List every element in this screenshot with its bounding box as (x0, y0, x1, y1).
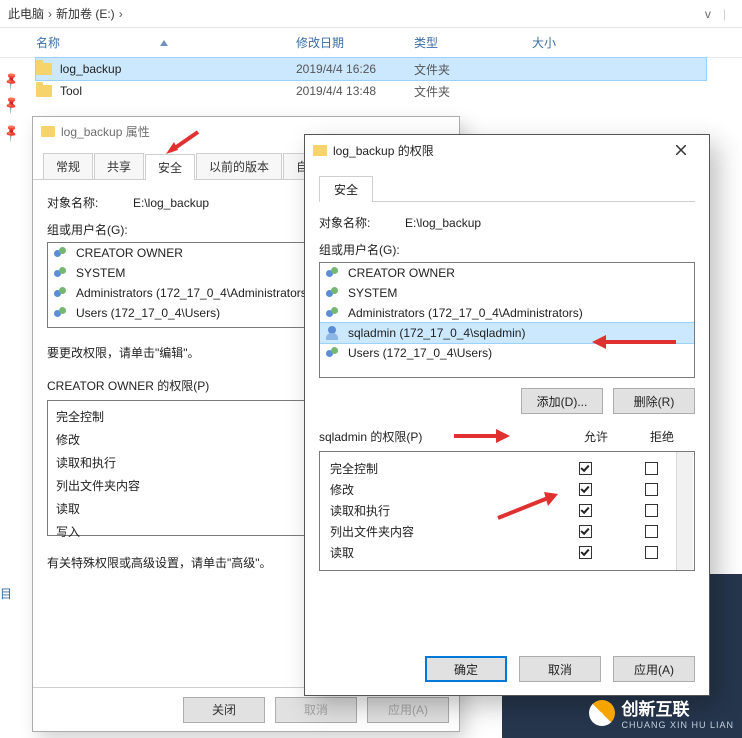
file-date: 2019/4/4 16:26 (296, 62, 414, 76)
perm-row: 修改 (324, 479, 690, 500)
breadcrumb: 此电脑 新加卷 (E:) v | (0, 0, 742, 28)
permissions-table: 完全控制 修改 读取和执行 列出文件夹内容 读取 (319, 451, 695, 571)
users-icon (326, 346, 342, 360)
deny-checkbox[interactable] (645, 462, 658, 475)
perm-row: 完全控制 (324, 458, 690, 479)
col-size[interactable]: 大小 (532, 34, 612, 51)
users-icon (326, 266, 342, 280)
deny-checkbox[interactable] (645, 525, 658, 538)
list-item[interactable]: sqladmin (172_17_0_4\sqladmin) (320, 323, 694, 343)
users-icon (54, 306, 70, 320)
close-button[interactable]: 关闭 (183, 697, 265, 723)
col-type[interactable]: 类型 (414, 34, 532, 51)
sort-asc-icon (160, 40, 168, 46)
column-headers: 名称 修改日期 类型 大小 (0, 28, 742, 58)
file-name: Tool (60, 84, 82, 98)
brand-name: 创新互联 (621, 695, 734, 720)
tab-share[interactable]: 共享 (94, 153, 144, 179)
file-row[interactable]: log_backup 2019/4/4 16:26 文件夹 (36, 58, 706, 80)
allow-checkbox[interactable] (579, 483, 592, 496)
tab-security[interactable]: 安全 (145, 154, 195, 180)
allow-checkbox[interactable] (579, 546, 592, 559)
file-list: log_backup 2019/4/4 16:26 文件夹 Tool 2019/… (0, 58, 742, 102)
cancel-button[interactable]: 取消 (275, 697, 357, 723)
groups-label: 组或用户名(G): (319, 241, 695, 258)
dialog-title: log_backup 的权限 (333, 142, 434, 159)
file-name: log_backup (60, 62, 121, 76)
folder-icon (36, 85, 52, 97)
users-icon (54, 286, 70, 300)
divider: | (723, 7, 726, 21)
users-icon (54, 266, 70, 280)
list-item[interactable]: Users (172_17_0_4\Users) (320, 343, 694, 363)
object-name-value: E:\log_backup (133, 196, 209, 210)
breadcrumb-drive[interactable]: 新加卷 (E:) (56, 5, 115, 22)
users-icon (326, 286, 342, 300)
dialog-title-bar[interactable]: log_backup 的权限 (305, 135, 709, 165)
brand-sub: CHUANG XIN HU LIAN (621, 720, 734, 730)
object-name-label: 对象名称: (319, 214, 405, 231)
file-row[interactable]: Tool 2019/4/4 13:48 文件夹 (36, 80, 706, 102)
user-icon (326, 326, 342, 340)
col-name[interactable]: 名称 (36, 34, 296, 51)
pin-icon: 📌 (1, 123, 21, 143)
folder-icon (36, 63, 52, 75)
close-icon[interactable] (661, 136, 701, 164)
dialog-title: log_backup 属性 (61, 123, 150, 140)
perm-row: 读取 (324, 542, 690, 563)
ok-button[interactable]: 确定 (425, 656, 507, 682)
users-icon (326, 306, 342, 320)
tab-general[interactable]: 常规 (43, 153, 93, 179)
groups-list[interactable]: CREATOR OWNER SYSTEM Administrators (172… (319, 262, 695, 378)
file-type: 文件夹 (414, 61, 532, 78)
apply-button[interactable]: 应用(A) (367, 697, 449, 723)
users-icon (54, 246, 70, 260)
scrollbar[interactable] (676, 452, 693, 570)
deny-checkbox[interactable] (645, 546, 658, 559)
object-name-label: 对象名称: (47, 194, 133, 211)
list-item[interactable]: Administrators (172_17_0_4\Administrator… (320, 303, 694, 323)
allow-checkbox[interactable] (579, 462, 592, 475)
deny-checkbox[interactable] (645, 504, 658, 517)
breadcrumb-pc[interactable]: 此电脑 (8, 5, 44, 22)
file-type: 文件夹 (414, 83, 532, 100)
deny-header: 拒绝 (629, 428, 695, 445)
permissions-label: sqladmin 的权限(P) (319, 428, 563, 445)
object-name-value: E:\log_backup (405, 216, 481, 230)
perm-row: 列出文件夹内容 (324, 521, 690, 542)
allow-header: 允许 (563, 428, 629, 445)
apply-button[interactable]: 应用(A) (613, 656, 695, 682)
tab-security[interactable]: 安全 (319, 176, 373, 202)
folder-icon (41, 126, 55, 137)
list-item[interactable]: CREATOR OWNER (320, 263, 694, 283)
add-button[interactable]: 添加(D)... (521, 388, 603, 414)
cancel-button[interactable]: 取消 (519, 656, 601, 682)
remove-button[interactable]: 删除(R) (613, 388, 695, 414)
list-item[interactable]: SYSTEM (320, 283, 694, 303)
folder-icon (313, 145, 327, 156)
tab-strip: 安全 (319, 175, 695, 202)
brand-logo-icon (584, 694, 621, 731)
sidebar-fragment: 目 (0, 585, 12, 602)
col-date[interactable]: 修改日期 (296, 34, 414, 51)
permissions-dialog: log_backup 的权限 安全 对象名称: E:\log_backup 组或… (304, 134, 710, 696)
file-date: 2019/4/4 13:48 (296, 84, 414, 98)
deny-checkbox[interactable] (645, 483, 658, 496)
watermark: 创新互联 CHUANG XIN HU LIAN (589, 695, 734, 730)
allow-checkbox[interactable] (579, 525, 592, 538)
chevron-down-icon[interactable]: v (705, 7, 711, 21)
chevron-right-icon (119, 7, 123, 21)
allow-checkbox[interactable] (579, 504, 592, 517)
perm-row: 读取和执行 (324, 500, 690, 521)
chevron-right-icon (48, 7, 52, 21)
tab-previous[interactable]: 以前的版本 (196, 153, 282, 179)
